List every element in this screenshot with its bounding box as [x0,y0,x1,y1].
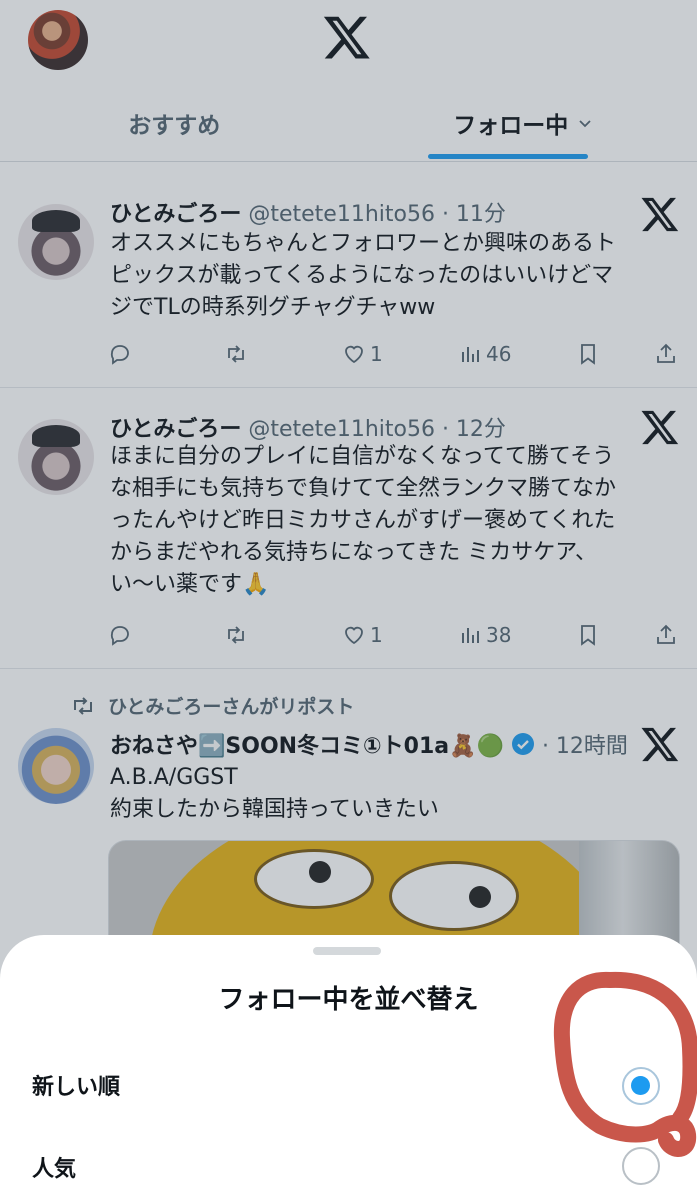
annotation-scribble [553,971,697,1157]
sheet-grabber[interactable] [313,947,381,955]
sort-option-latest[interactable]: 新しい順 [32,1069,120,1101]
sort-option-popular[interactable]: 人気 [32,1151,76,1183]
